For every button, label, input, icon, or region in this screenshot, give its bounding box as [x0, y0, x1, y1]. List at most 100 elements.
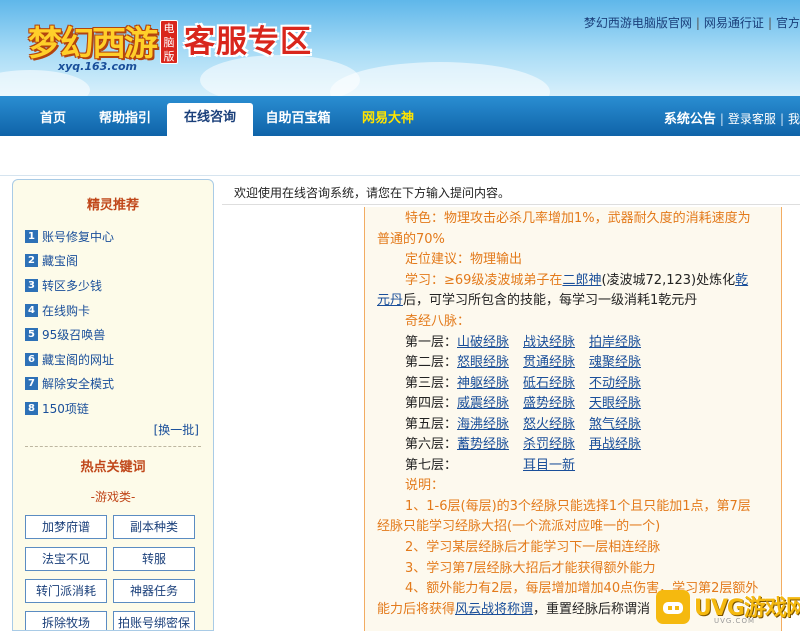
nav-right-links: 系统公告 | 登录客服 | 我 — [663, 112, 800, 127]
list-item[interactable]: 6 藏宝阁的网址 — [25, 347, 114, 372]
tab-help[interactable]: 帮助指引 — [92, 104, 158, 136]
meridian-link[interactable]: 战诀经脉 — [523, 333, 589, 353]
note-line: 2、学习某层经脉后才能学习下一层相连经脉 — [405, 540, 661, 555]
learn-line-2: 元丹后，可学习所包含的技能，每学习一级消耗1乾元丹 — [377, 291, 697, 311]
official-site-link[interactable]: 梦幻西游电脑版官网 — [584, 16, 692, 30]
watermark-sub: UVG.COM — [714, 617, 755, 625]
tab-self-service[interactable]: 自助百宝箱 — [262, 104, 334, 136]
npc-link[interactable]: 二郎神 — [562, 273, 601, 288]
item-link[interactable]: 元丹 — [377, 293, 403, 308]
page-title: 客服专区 — [184, 24, 312, 60]
passport-link[interactable]: 网易通行证 — [704, 16, 764, 30]
feature-line: 特色：物理攻击必杀几率增加1%，武器耐久度的消耗速度为 — [405, 211, 751, 226]
meridian-link[interactable]: 再战经脉 — [589, 435, 641, 455]
list-item[interactable]: 7 解除安全模式 — [25, 372, 114, 397]
welcome-text: 欢迎使用在线咨询系统，请您在下方输入提问内容。 — [234, 186, 511, 200]
keyword-button[interactable]: 副本种类 — [113, 515, 195, 539]
recommend-link[interactable]: 转区多少钱 — [42, 277, 102, 294]
meridian-link[interactable]: 威震经脉 — [457, 394, 523, 414]
keyword-button[interactable]: 转门派消耗 — [25, 579, 107, 603]
layer-label: 第二层： — [405, 355, 458, 370]
keyword-button[interactable]: 法宝不见 — [25, 547, 107, 571]
title-link[interactable]: 风云战将称谓 — [455, 602, 533, 617]
recommend-title: 精灵推荐 — [86, 198, 139, 213]
hot-keywords-title: 热点关键词 — [80, 460, 146, 475]
meridian-link[interactable]: 海沸经脉 — [457, 415, 523, 435]
list-item[interactable]: 2 藏宝阁 — [25, 249, 114, 274]
site-header: 梦幻西游 电脑版 xyq.163.com 客服专区 梦幻西游电脑版官网 | 网易通行… — [0, 0, 800, 96]
main-header: 欢迎使用在线咨询系统，请您在下方输入提问内容。 — [222, 179, 800, 205]
layer-row: 第四层：威震经脉 盛势经脉 天眼经脉 — [405, 394, 641, 414]
layer-row: 第六层：蓄势经脉 杀罚经脉 再战经脉 — [405, 435, 641, 455]
list-item[interactable]: 5 95级召唤兽 — [25, 322, 114, 347]
learn-prefix: 学习：≥69级凌波城弟子在 — [405, 273, 563, 288]
meridian-link[interactable]: 蓄势经脉 — [457, 435, 523, 455]
meridian-link[interactable]: 耳目一新 — [523, 456, 575, 476]
recommend-link[interactable]: 藏宝阁的网址 — [42, 351, 114, 368]
logo-text: 梦幻西游 — [28, 24, 158, 64]
list-item[interactable]: 8 150项链 — [25, 396, 114, 421]
note-line: 3、学习第7层经脉大招后才能获得额外能力 — [405, 561, 656, 576]
official-link[interactable]: 官方 — [776, 16, 800, 30]
layer-row: 第二层：怒眼经脉 贯通经脉 魂聚经脉 — [405, 353, 641, 373]
tab-online-consult[interactable]: 在线咨询 — [167, 103, 253, 136]
meridian-link[interactable]: 魂聚经脉 — [589, 353, 641, 373]
system-notice-link[interactable]: 系统公告 — [664, 112, 716, 127]
list-item[interactable]: 4 在线购卡 — [25, 298, 114, 323]
rank-badge: 2 — [25, 254, 38, 268]
feature-line: 普通的70% — [377, 232, 445, 247]
layer-label: 第六层： — [405, 437, 458, 452]
game-logo[interactable]: 梦幻西游 电脑版 xyq.163.com — [8, 8, 178, 74]
recommend-link[interactable]: 95级召唤兽 — [42, 326, 105, 343]
main-nav: 首页 帮助指引 在线咨询 自助百宝箱 网易大神 系统公告 | 登录客服 | 我 — [0, 96, 800, 136]
layer-row: 第三层：神躯经脉 砥石经脉 不动经脉 — [405, 374, 641, 394]
list-item[interactable]: 3 转区多少钱 — [25, 273, 114, 298]
keyword-button[interactable]: 拍账号绑密保 — [113, 611, 195, 630]
meridian-link[interactable]: 怒眼经脉 — [457, 353, 523, 373]
meridian-link[interactable]: 不动经脉 — [589, 374, 641, 394]
learn-suffix: 后，可学习所包含的技能，每学习一级消耗1乾元丹 — [403, 293, 698, 308]
meridian-link[interactable]: 盛势经脉 — [523, 394, 589, 414]
meridian-link[interactable]: 神躯经脉 — [457, 374, 523, 394]
recommend-link[interactable]: 账号修复中心 — [42, 228, 114, 245]
tab-home[interactable]: 首页 — [26, 104, 80, 136]
layer-label: 第四层： — [405, 396, 458, 411]
note-line: 经脉只能学习经脉大招(一个流派对应唯一的一个) — [377, 519, 661, 534]
note-prefix: 能力后将获得 — [377, 602, 456, 617]
rank-badge: 4 — [25, 303, 38, 317]
meridian-link[interactable]: 砥石经脉 — [523, 374, 589, 394]
my-link[interactable]: 我 — [788, 112, 800, 126]
meridian-link[interactable]: 山破经脉 — [457, 333, 523, 353]
recommend-link[interactable]: 藏宝阁 — [42, 252, 78, 269]
list-item[interactable]: 1 账号修复中心 — [25, 224, 114, 249]
meridian-link[interactable]: 煞气经脉 — [589, 415, 641, 435]
meridian-link[interactable]: 杀罚经脉 — [523, 435, 589, 455]
recommend-list: 1 账号修复中心 2 藏宝阁 3 转区多少钱 4 在线购卡 5 95级召唤兽 6 藏宝阁的网… — [25, 224, 114, 421]
gamepad-icon — [656, 590, 690, 624]
learn-location: (凌波城72,123)处炼化 — [601, 273, 736, 288]
answer-content: 特色：物理攻击必杀几率增加1%，武器耐久度的消耗速度为 普通的70% 定位建议：… — [364, 207, 782, 631]
meridian-link[interactable]: 怒火经脉 — [523, 415, 589, 435]
swap-batch-link[interactable]: [换一批] — [154, 421, 199, 438]
note-line: 1、1-6层(每层)的3个经脉只能选择1个且只能加1点，第7层 — [405, 499, 751, 514]
meridian-link[interactable]: 拍岸经脉 — [589, 333, 641, 353]
meridian-link[interactable]: 贯通经脉 — [523, 353, 589, 373]
sidebar: 精灵推荐 1 账号修复中心 2 藏宝阁 3 转区多少钱 4 在线购卡 5 95级召唤兽 6… — [12, 179, 214, 631]
recommend-link[interactable]: 解除安全模式 — [42, 375, 114, 392]
login-service-link[interactable]: 登录客服 — [728, 112, 776, 126]
recommend-link[interactable]: 在线购卡 — [42, 302, 90, 319]
meridian-link[interactable]: 天眼经脉 — [589, 394, 641, 414]
rank-badge: 6 — [25, 352, 38, 366]
layer-label: 第一层： — [405, 335, 458, 350]
keyword-button[interactable]: 拆除牧场 — [25, 611, 107, 630]
top-links: 梦幻西游电脑版官网 | 网易通行证 | 官方 — [583, 16, 800, 30]
keyword-button[interactable]: 神器任务 — [113, 579, 195, 603]
item-link[interactable]: 乾 — [735, 273, 748, 288]
category-label: -游戏类- — [90, 490, 136, 504]
keyword-button[interactable]: 加梦府谱 — [25, 515, 107, 539]
recommend-link[interactable]: 150项链 — [42, 400, 89, 417]
tab-netease-dashen[interactable]: 网易大神 — [356, 104, 420, 136]
layer-row: 第五层：海沸经脉 怒火经脉 煞气经脉 — [405, 415, 641, 435]
position-line: 定位建议：物理输出 — [405, 252, 523, 267]
keyword-button[interactable]: 转服 — [113, 547, 195, 571]
